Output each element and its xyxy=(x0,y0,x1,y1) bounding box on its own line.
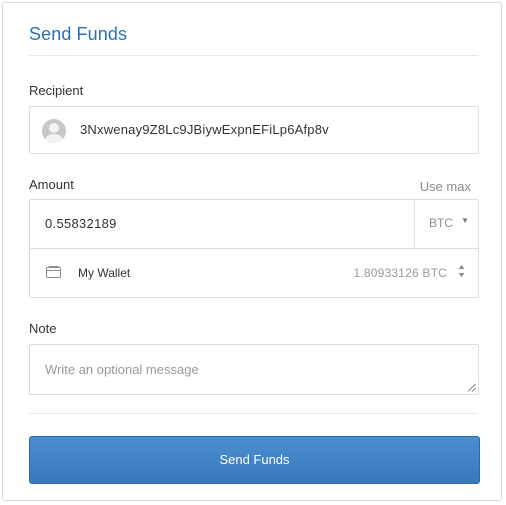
caret-down-icon: ▼ xyxy=(461,216,469,225)
up-down-caret-icon xyxy=(458,265,465,277)
note-textarea[interactable] xyxy=(30,345,478,394)
header-divider xyxy=(29,55,478,56)
wallet-balance: 1.80933126 BTC xyxy=(353,266,447,280)
currency-label: BTC xyxy=(429,216,453,230)
recipient-address[interactable]: 3Nxwenay9Z8Lc9JBiywExpnEFiLp6Afp8v xyxy=(80,122,329,137)
note-label: Note xyxy=(29,321,57,336)
recipient-field[interactable]: 3Nxwenay9Z8Lc9JBiywExpnEFiLp6Afp8v xyxy=(29,106,479,154)
recipient-label: Recipient xyxy=(29,83,84,98)
wallet-icon xyxy=(46,266,61,278)
page-title: Send Funds xyxy=(29,24,128,44)
amount-label: Amount xyxy=(29,177,74,192)
send-funds-button[interactable]: Send Funds xyxy=(29,436,480,484)
user-avatar-icon xyxy=(42,119,66,143)
amount-input[interactable]: 0.55832189 xyxy=(45,216,117,231)
amount-row: 0.55832189 BTC ▼ xyxy=(30,200,478,249)
send-funds-panel: Send Funds Recipient 3Nxwenay9Z8Lc9JBiyw… xyxy=(2,2,502,501)
resize-grip-icon[interactable] xyxy=(467,383,476,392)
amount-group: 0.55832189 BTC ▼ My Wallet 1.80933126 BT… xyxy=(29,199,479,298)
note-field-wrapper xyxy=(29,344,479,395)
footer-divider xyxy=(29,413,478,414)
wallet-name: My Wallet xyxy=(78,266,131,280)
currency-select[interactable]: BTC ▼ xyxy=(414,200,478,248)
wallet-select[interactable]: My Wallet 1.80933126 BTC xyxy=(30,249,478,298)
use-max-link[interactable]: Use max xyxy=(420,179,471,194)
